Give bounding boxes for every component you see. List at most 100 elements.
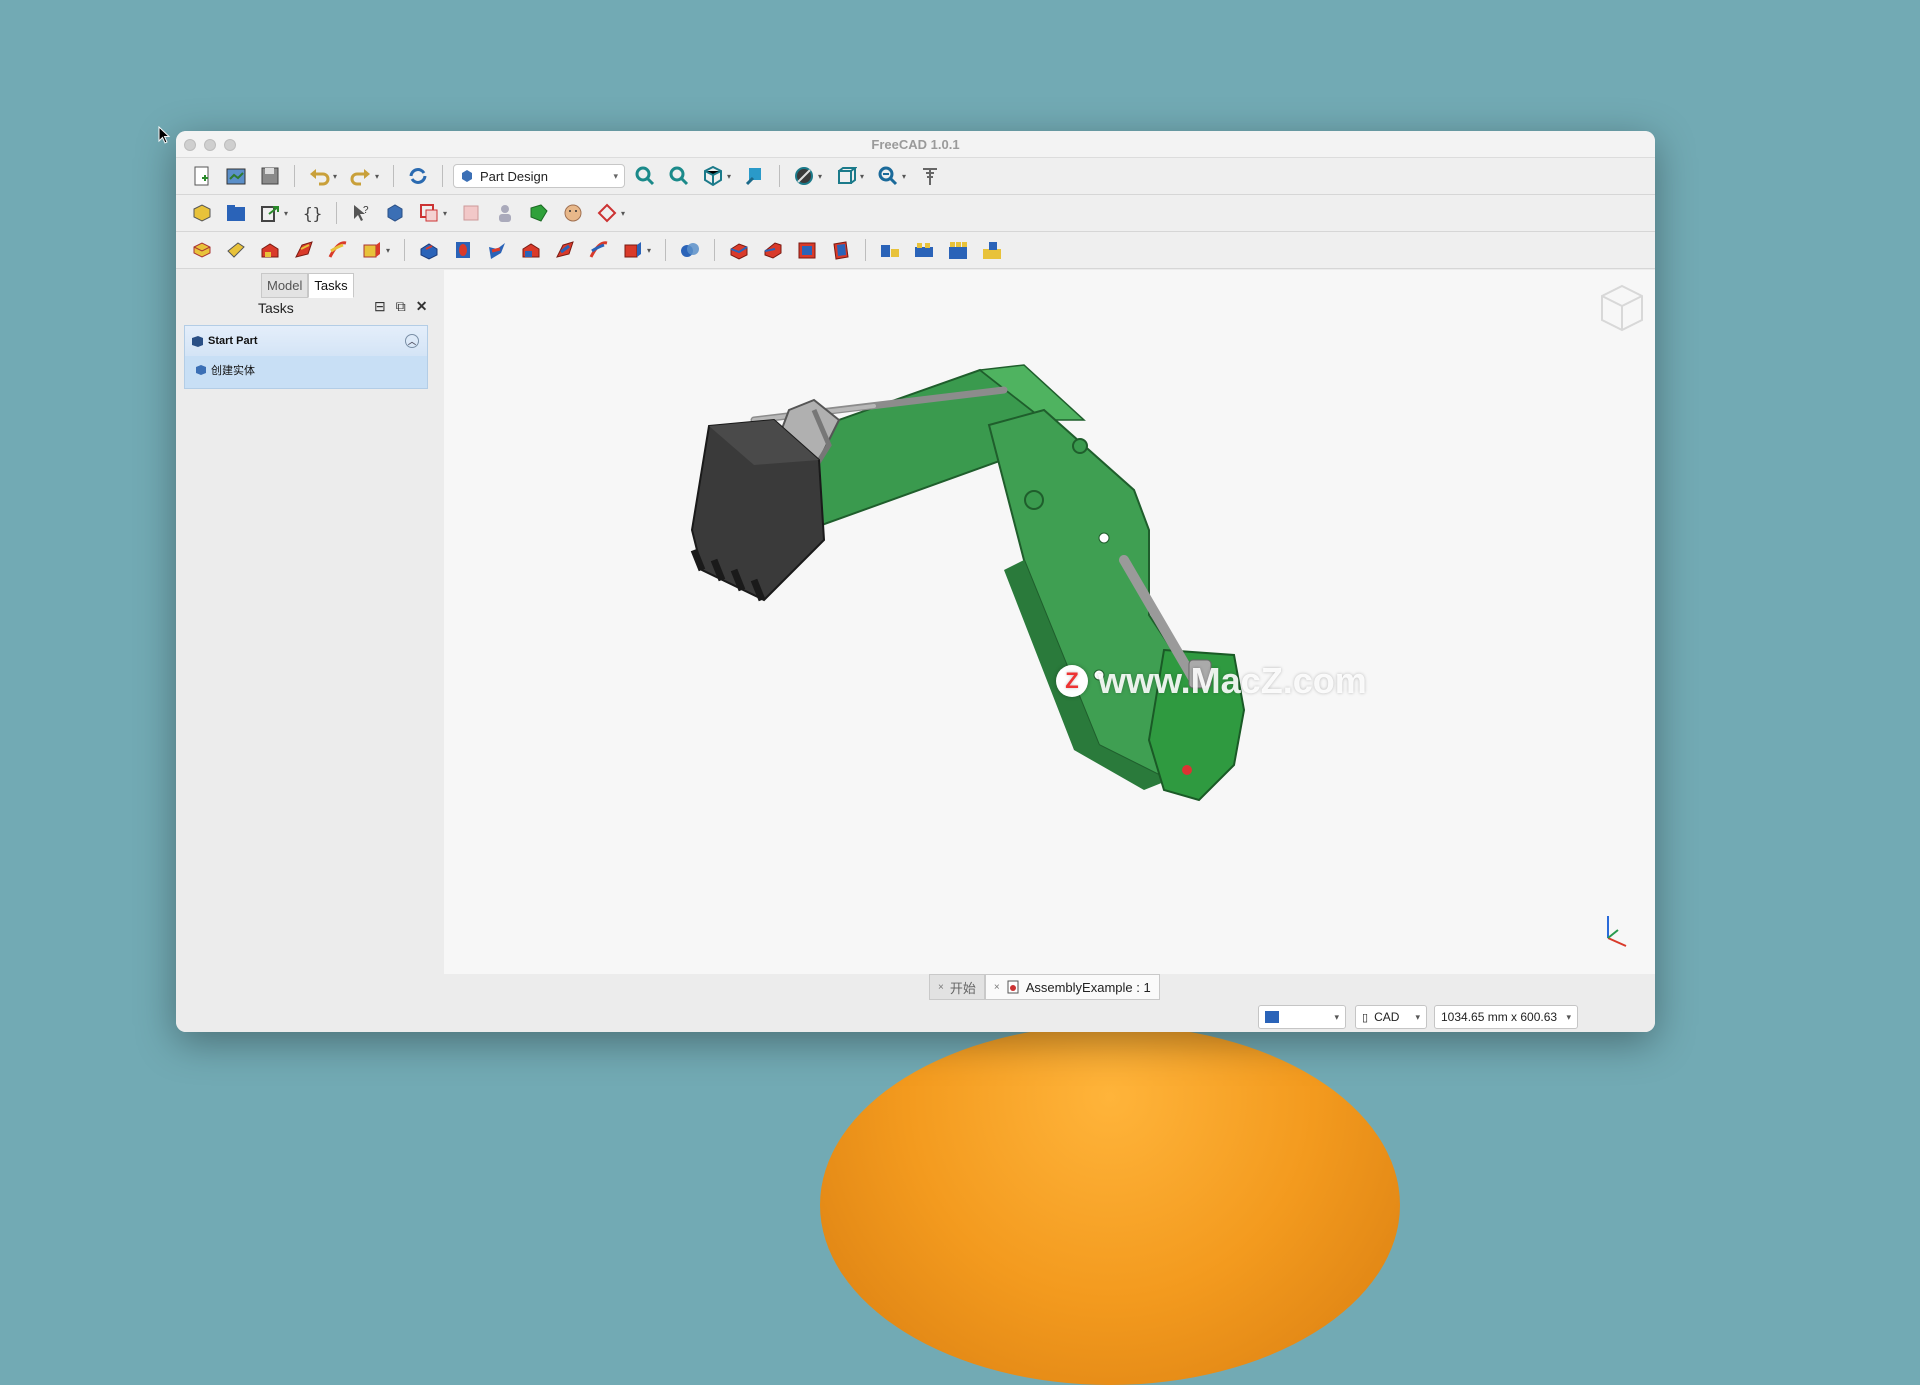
toolbar-main: ▾ ▾ Part Design ▾ ▾ ▾ ▾ ▾ [176, 158, 1655, 195]
toolbar-separator [393, 165, 394, 187]
navigation-style-selector[interactable]: ▯ CAD ▾ [1355, 1005, 1427, 1029]
subtractive-helix-icon[interactable] [585, 236, 613, 264]
revolution-icon[interactable] [222, 236, 250, 264]
toolbar-separator [865, 239, 866, 261]
groove-icon[interactable] [483, 236, 511, 264]
tab-start[interactable]: × 开始 [929, 974, 985, 1000]
redo-icon[interactable] [347, 162, 375, 190]
shape-binder-icon[interactable] [457, 199, 485, 227]
toolbar-separator [336, 202, 337, 224]
tab-assembly-example[interactable]: × AssemblyExample : 1 [984, 974, 1160, 1000]
excavator-model[interactable] [444, 270, 1655, 974]
document-icon [1007, 980, 1019, 994]
additive-helix-icon[interactable] [324, 236, 352, 264]
toolbar-separator [779, 165, 780, 187]
refresh-icon[interactable] [404, 162, 432, 190]
hole-icon[interactable] [449, 236, 477, 264]
chevron-down-icon[interactable]: ▾ [902, 172, 910, 181]
background-orange [820, 1025, 1400, 1385]
additive-primitive-icon[interactable] [358, 236, 386, 264]
sketch-green-icon[interactable] [525, 199, 553, 227]
chevron-down-icon[interactable]: ▾ [860, 172, 868, 181]
chamfer-icon[interactable] [759, 236, 787, 264]
mouse-cursor-icon [158, 126, 171, 144]
chevron-down-icon[interactable]: ▾ [621, 209, 629, 218]
undo-icon[interactable] [305, 162, 333, 190]
combo-view-tabs: Model Tasks [261, 273, 354, 298]
subtractive-primitive-icon[interactable] [619, 236, 647, 264]
zoom-icon[interactable] [874, 162, 902, 190]
3d-viewport[interactable]: Z www.MacZ.com [444, 270, 1655, 974]
panel-title: Tasks [258, 300, 294, 316]
polar-pattern-icon[interactable] [944, 236, 972, 264]
standard-views-icon[interactable] [699, 162, 727, 190]
additive-pipe-icon[interactable] [290, 236, 318, 264]
task-panel-header[interactable]: Start Part ︿ [185, 326, 427, 356]
watermark: Z www.MacZ.com [1056, 660, 1367, 702]
mirrored-icon[interactable] [876, 236, 904, 264]
thickness-icon[interactable] [827, 236, 855, 264]
draft-icon[interactable] [793, 236, 821, 264]
export-icon[interactable] [256, 199, 284, 227]
color-selector[interactable]: ▾ [1258, 1005, 1346, 1029]
svg-text:?: ? [363, 205, 369, 216]
dock-icon[interactable]: ⊟ [374, 298, 386, 315]
create-part-icon[interactable] [222, 199, 250, 227]
chevron-down-icon[interactable]: ▾ [386, 246, 394, 255]
tab-model[interactable]: Model [261, 273, 309, 298]
boolean-icon[interactable] [676, 236, 704, 264]
create-body-icon[interactable] [188, 199, 216, 227]
chevron-down-icon[interactable]: ▾ [727, 172, 735, 181]
pocket-icon[interactable] [415, 236, 443, 264]
tools-icon[interactable] [916, 162, 944, 190]
multi-transform-icon[interactable] [978, 236, 1006, 264]
subtractive-pipe-icon[interactable] [551, 236, 579, 264]
close-tab-icon[interactable]: × [938, 982, 944, 993]
dimension-label: 1034.65 mm x 600.63 mm [1441, 1010, 1560, 1024]
chevron-down-icon[interactable]: ▾ [333, 172, 341, 181]
measure-icon[interactable] [741, 162, 769, 190]
subtractive-loft-icon[interactable] [517, 236, 545, 264]
datum-icon[interactable] [381, 199, 409, 227]
combo-view-panel: Model Tasks Tasks ⊟ ⧉ ✕ Start Part ︿ 创建实… [176, 270, 438, 1010]
view-box-icon[interactable] [832, 162, 860, 190]
draw-style-icon[interactable] [790, 162, 818, 190]
linear-pattern-icon[interactable] [910, 236, 938, 264]
chevron-down-icon[interactable]: ▾ [284, 209, 292, 218]
variable-set-icon[interactable]: {} [298, 199, 326, 227]
workbench-selector[interactable]: Part Design ▾ [453, 164, 625, 188]
face-icon[interactable] [559, 199, 587, 227]
task-create-body[interactable]: 创建实体 [185, 356, 427, 384]
axis-cross-icon [1607, 916, 1627, 947]
close-tab-icon[interactable]: × [994, 982, 1000, 993]
toolbar-separator [665, 239, 666, 261]
toolbar-part-design-features: ▾ ▾ [176, 232, 1655, 269]
new-document-icon[interactable] [188, 162, 216, 190]
fit-all-icon[interactable] [631, 162, 659, 190]
pad-icon[interactable] [188, 236, 216, 264]
fillet-icon[interactable] [725, 236, 753, 264]
workbench-label: Part Design [480, 168, 548, 184]
additive-loft-icon[interactable] [256, 236, 284, 264]
chevron-down-icon[interactable]: ▾ [818, 172, 826, 181]
title-bar: FreeCAD 1.0.1 [176, 131, 1655, 158]
chevron-down-icon[interactable]: ▾ [375, 172, 383, 181]
task-panel-title: Start Part [208, 335, 258, 347]
tab-tasks[interactable]: Tasks [308, 273, 354, 298]
tab-label: 开始 [949, 980, 976, 996]
clone-icon[interactable] [415, 199, 443, 227]
save-icon[interactable] [256, 162, 284, 190]
whats-this-icon[interactable]: ? [347, 199, 375, 227]
chevron-down-icon[interactable]: ▾ [647, 246, 655, 255]
fit-selection-icon[interactable] [665, 162, 693, 190]
dimension-readout[interactable]: 1034.65 mm x 600.63 mm ▾ [1434, 1005, 1578, 1029]
collapse-icon[interactable]: ︿ [405, 334, 419, 348]
chevron-down-icon[interactable]: ▾ [443, 209, 451, 218]
float-icon[interactable]: ⧉ [396, 298, 406, 315]
status-bar: ▾ ▯ CAD ▾ 1034.65 mm x 600.63 mm ▾ [176, 1001, 1655, 1032]
datum-plane-icon[interactable] [593, 199, 621, 227]
open-document-icon[interactable] [222, 162, 250, 190]
user-icon[interactable] [491, 199, 519, 227]
close-icon[interactable]: ✕ [416, 298, 428, 315]
navigation-cube-icon[interactable] [1592, 280, 1652, 340]
